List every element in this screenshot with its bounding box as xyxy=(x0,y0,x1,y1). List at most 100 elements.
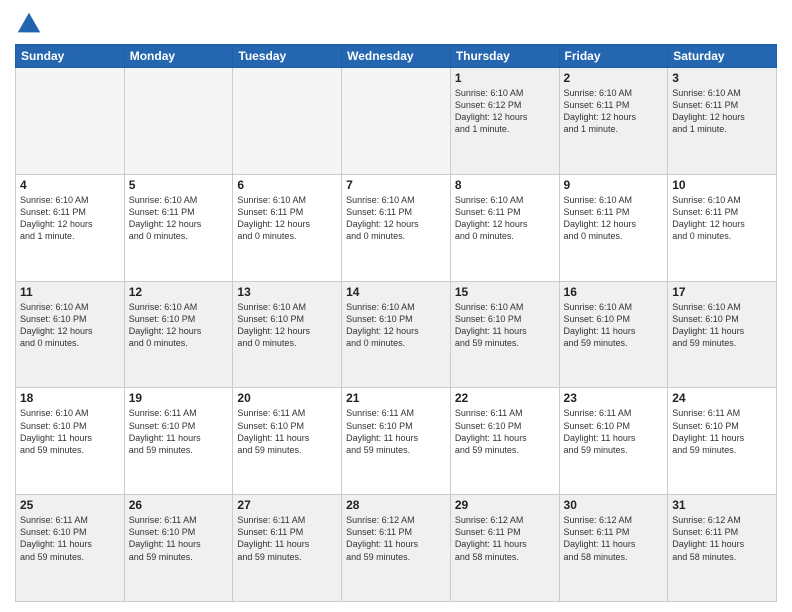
calendar-cell: 9Sunrise: 6:10 AM Sunset: 6:11 PM Daylig… xyxy=(559,174,668,281)
calendar-row-4: 25Sunrise: 6:11 AM Sunset: 6:10 PM Dayli… xyxy=(16,495,777,602)
calendar-cell: 31Sunrise: 6:12 AM Sunset: 6:11 PM Dayli… xyxy=(668,495,777,602)
calendar-cell: 5 Sunrise: 6:10 AM Sunset: 6:11 PM Daylig… xyxy=(124,174,233,281)
day-info: Sunrise: 6:11 AM Sunset: 6:10 PM Dayligh… xyxy=(346,407,446,456)
day-info: Sunrise: 6:10 AM Sunset: 6:11 PM Dayligh… xyxy=(564,87,664,136)
day-number: 15 xyxy=(455,285,555,299)
day-info: Sunrise: 6:10 AM Sunset: 6:11 PM Dayligh… xyxy=(564,194,664,243)
calendar-cell: 26 Sunrise: 6:11 AM Sunset: 6:10 PM Dayli… xyxy=(124,495,233,602)
weekday-header-monday: Monday xyxy=(124,45,233,68)
day-info: Sunrise: 6:11 AM Sunset: 6:10 PM Dayligh… xyxy=(20,514,120,563)
day-number: 3 xyxy=(672,71,772,85)
day-info: Sunrise: 6:11 AM Sunset: 6:10 PM Dayligh… xyxy=(564,407,664,456)
calendar-cell: 12 Sunrise: 6:10 AM Sunset: 6:10 PM Dayli… xyxy=(124,281,233,388)
day-info: Sunrise: 6:11 AM Sunset: 6:10 PM Dayligh… xyxy=(672,407,772,456)
day-number: 16 xyxy=(564,285,664,299)
calendar-cell: 24 Sunrise: 6:11 AM Sunset: 6:10 PM Dayli… xyxy=(668,388,777,495)
calendar-cell: 27 Sunrise: 6:11 AM Sunset: 6:11 PM Dayli… xyxy=(233,495,342,602)
day-info: Sunrise: 6:10 AM Sunset: 6:10 PM Dayligh… xyxy=(20,301,120,350)
day-info: Sunrise: 6:10 AM Sunset: 6:10 PM Dayligh… xyxy=(672,301,772,350)
day-number: 19 xyxy=(129,391,229,405)
calendar-cell: 4Sunrise: 6:10 AM Sunset: 6:11 PM Daylig… xyxy=(16,174,125,281)
day-info: Sunrise: 6:12 AM Sunset: 6:11 PM Dayligh… xyxy=(346,514,446,563)
day-info: Sunrise: 6:10 AM Sunset: 6:11 PM Dayligh… xyxy=(672,87,772,136)
day-info: Sunrise: 6:11 AM Sunset: 6:10 PM Dayligh… xyxy=(129,514,229,563)
calendar-cell xyxy=(233,68,342,175)
calendar-cell: 7 Sunrise: 6:10 AM Sunset: 6:11 PM Daylig… xyxy=(342,174,451,281)
day-info: Sunrise: 6:11 AM Sunset: 6:10 PM Dayligh… xyxy=(237,407,337,456)
day-info: Sunrise: 6:12 AM Sunset: 6:11 PM Dayligh… xyxy=(672,514,772,563)
logo-icon xyxy=(15,10,43,38)
calendar-cell: 30Sunrise: 6:12 AM Sunset: 6:11 PM Dayli… xyxy=(559,495,668,602)
day-info: Sunrise: 6:10 AM Sunset: 6:11 PM Dayligh… xyxy=(346,194,446,243)
weekday-header-tuesday: Tuesday xyxy=(233,45,342,68)
calendar-row-2: 11 Sunrise: 6:10 AM Sunset: 6:10 PM Dayli… xyxy=(16,281,777,388)
calendar-row-1: 4 Sunrise: 6:10 AM Sunset: 6:11 PM Daylig… xyxy=(16,174,777,281)
day-number: 21 xyxy=(346,391,446,405)
calendar-cell: 29 Sunrise: 6:12 AM Sunset: 6:11 PM Dayli… xyxy=(450,495,559,602)
calendar-cell: 6 Sunrise: 6:10 AM Sunset: 6:11 PM Daylig… xyxy=(233,174,342,281)
calendar-cell: 2 Sunrise: 6:10 AM Sunset: 6:11 PM Daylig… xyxy=(559,68,668,175)
calendar-cell: 1 Sunrise: 6:10 AM Sunset: 6:12 PM Daylig… xyxy=(450,68,559,175)
calendar-row-0: 1 Sunrise: 6:10 AM Sunset: 6:12 PM Daylig… xyxy=(16,68,777,175)
day-info: Sunrise: 6:12 AM Sunset: 6:11 PM Dayligh… xyxy=(564,514,664,563)
calendar-cell xyxy=(16,68,125,175)
day-number: 13 xyxy=(237,285,337,299)
day-info: Sunrise: 6:11 AM Sunset: 6:11 PM Dayligh… xyxy=(237,514,337,563)
calendar: SundayMondayTuesdayWednesdayThursdayFrid… xyxy=(15,44,777,602)
day-info: Sunrise: 6:10 AM Sunset: 6:11 PM Dayligh… xyxy=(129,194,229,243)
day-info: Sunrise: 6:10 AM Sunset: 6:11 PM Dayligh… xyxy=(237,194,337,243)
logo xyxy=(15,10,47,38)
day-number: 27 xyxy=(237,498,337,512)
day-number: 23 xyxy=(564,391,664,405)
day-number: 12 xyxy=(129,285,229,299)
day-number: 22 xyxy=(455,391,555,405)
day-number: 7 xyxy=(346,178,446,192)
calendar-cell xyxy=(124,68,233,175)
day-info: Sunrise: 6:10 AM Sunset: 6:11 PM Dayligh… xyxy=(672,194,772,243)
weekday-header-wednesday: Wednesday xyxy=(342,45,451,68)
day-info: Sunrise: 6:11 AM Sunset: 6:10 PM Dayligh… xyxy=(129,407,229,456)
day-number: 14 xyxy=(346,285,446,299)
calendar-cell: 20 Sunrise: 6:11 AM Sunset: 6:10 PM Dayli… xyxy=(233,388,342,495)
day-number: 2 xyxy=(564,71,664,85)
header xyxy=(15,10,777,38)
calendar-cell: 3 Sunrise: 6:10 AM Sunset: 6:11 PM Daylig… xyxy=(668,68,777,175)
calendar-cell: 28Sunrise: 6:12 AM Sunset: 6:11 PM Dayli… xyxy=(342,495,451,602)
calendar-cell xyxy=(342,68,451,175)
day-info: Sunrise: 6:11 AM Sunset: 6:10 PM Dayligh… xyxy=(455,407,555,456)
calendar-cell: 14Sunrise: 6:10 AM Sunset: 6:10 PM Dayli… xyxy=(342,281,451,388)
calendar-cell: 23 Sunrise: 6:11 AM Sunset: 6:10 PM Dayli… xyxy=(559,388,668,495)
calendar-cell: 21 Sunrise: 6:11 AM Sunset: 6:10 PM Dayli… xyxy=(342,388,451,495)
weekday-header-saturday: Saturday xyxy=(668,45,777,68)
day-number: 26 xyxy=(129,498,229,512)
day-info: Sunrise: 6:10 AM Sunset: 6:11 PM Dayligh… xyxy=(455,194,555,243)
day-info: Sunrise: 6:10 AM Sunset: 6:10 PM Dayligh… xyxy=(129,301,229,350)
day-number: 8 xyxy=(455,178,555,192)
day-info: Sunrise: 6:10 AM Sunset: 6:10 PM Dayligh… xyxy=(455,301,555,350)
day-number: 29 xyxy=(455,498,555,512)
day-number: 4 xyxy=(20,178,120,192)
page: SundayMondayTuesdayWednesdayThursdayFrid… xyxy=(0,0,792,612)
weekday-header-row: SundayMondayTuesdayWednesdayThursdayFrid… xyxy=(16,45,777,68)
calendar-cell: 25Sunrise: 6:11 AM Sunset: 6:10 PM Dayli… xyxy=(16,495,125,602)
calendar-cell: 18Sunrise: 6:10 AM Sunset: 6:10 PM Dayli… xyxy=(16,388,125,495)
day-info: Sunrise: 6:10 AM Sunset: 6:10 PM Dayligh… xyxy=(237,301,337,350)
calendar-cell: 10 Sunrise: 6:10 AM Sunset: 6:11 PM Dayli… xyxy=(668,174,777,281)
calendar-cell: 13 Sunrise: 6:10 AM Sunset: 6:10 PM Dayli… xyxy=(233,281,342,388)
day-number: 24 xyxy=(672,391,772,405)
day-number: 6 xyxy=(237,178,337,192)
calendar-cell: 19 Sunrise: 6:11 AM Sunset: 6:10 PM Dayli… xyxy=(124,388,233,495)
day-number: 11 xyxy=(20,285,120,299)
weekday-header-sunday: Sunday xyxy=(16,45,125,68)
calendar-cell: 11 Sunrise: 6:10 AM Sunset: 6:10 PM Dayli… xyxy=(16,281,125,388)
day-number: 20 xyxy=(237,391,337,405)
day-info: Sunrise: 6:12 AM Sunset: 6:11 PM Dayligh… xyxy=(455,514,555,563)
calendar-cell: 16Sunrise: 6:10 AM Sunset: 6:10 PM Dayli… xyxy=(559,281,668,388)
day-info: Sunrise: 6:10 AM Sunset: 6:12 PM Dayligh… xyxy=(455,87,555,136)
calendar-cell: 8 Sunrise: 6:10 AM Sunset: 6:11 PM Daylig… xyxy=(450,174,559,281)
day-info: Sunrise: 6:10 AM Sunset: 6:10 PM Dayligh… xyxy=(20,407,120,456)
day-number: 1 xyxy=(455,71,555,85)
day-number: 10 xyxy=(672,178,772,192)
day-number: 5 xyxy=(129,178,229,192)
calendar-cell: 17Sunrise: 6:10 AM Sunset: 6:10 PM Dayli… xyxy=(668,281,777,388)
